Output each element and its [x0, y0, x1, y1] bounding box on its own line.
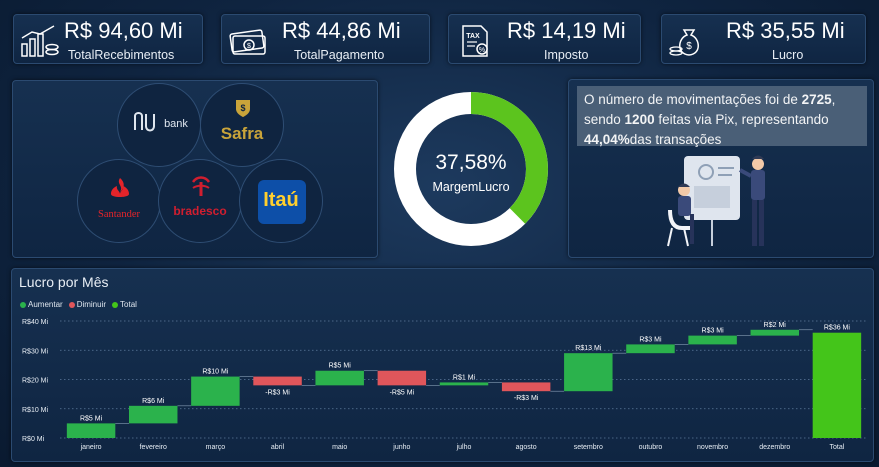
santander-label: Santander: [98, 209, 140, 220]
info-text: O número de movimentações foi de: [584, 92, 802, 107]
info-pix-count: 1200: [624, 112, 655, 127]
x-tick-label: julho: [456, 444, 472, 451]
data-label: R$36 Mi: [824, 325, 851, 332]
santander-flame-icon: [111, 178, 129, 197]
bar-growth-coins-icon: [21, 25, 59, 57]
donut-caption: MargemLucro: [432, 180, 510, 194]
kpi-card-lucro: $ R$ 35,55 Mi Lucro: [661, 14, 866, 64]
svg-text:$: $: [240, 103, 245, 113]
waterfall-chart: R$0 Mi R$10 Mi R$20 Mi R$30 Mi R$40 Mi R$5 Mi…: [22, 319, 868, 451]
kpi-value: R$ 14,19 Mi: [507, 18, 626, 43]
data-label: R$13 Mi: [575, 345, 602, 352]
kpi-value: R$ 94,60 Mi: [64, 18, 183, 43]
waterfall-bar: [377, 370, 427, 386]
x-tick-label: maio: [332, 444, 347, 451]
data-label: R$6 Mi: [142, 398, 165, 405]
itau-logo: Itaú: [239, 159, 323, 243]
kpi-value: R$ 35,55 Mi: [726, 18, 845, 43]
kpi-label: Lucro: [772, 48, 804, 62]
waterfall-bar: [128, 405, 178, 424]
cash-payment-icon: $: [229, 29, 266, 55]
data-label: -R$3 Mi: [265, 389, 290, 396]
kpi-card-pagamento: $ R$ 44,86 Mi TotalPagamento: [221, 14, 430, 64]
x-tick-label: janeiro: [80, 444, 102, 451]
info-text: das transações: [629, 132, 722, 147]
data-label: -R$3 Mi: [514, 395, 539, 402]
data-label: R$1 Mi: [453, 374, 476, 381]
business-meeting-illustration: [667, 155, 765, 247]
banks-panel: bank $ Safra Santander bradesco Itaú: [12, 80, 378, 258]
tax-document-icon: TAX %: [462, 25, 488, 57]
bradesco-tree-icon: [191, 176, 211, 196]
data-label: R$3 Mi: [639, 336, 662, 343]
santander-logo: Santander: [77, 159, 161, 243]
x-tick-label: junho: [392, 444, 410, 451]
svg-text:%: %: [479, 47, 485, 54]
kpi-label: TotalRecebimentos: [68, 48, 175, 62]
svg-text:$: $: [686, 41, 692, 52]
y-tick-label: R$20 Mi: [22, 378, 49, 385]
donut-value: 37,58%: [435, 151, 507, 174]
waterfall-bar: [688, 335, 737, 345]
info-percent: 44,04%: [584, 132, 630, 147]
data-label: R$5 Mi: [80, 415, 103, 422]
nubank-logo: bank: [117, 83, 201, 167]
waterfall-bar: [501, 382, 551, 392]
info-count: 2725: [801, 92, 832, 107]
money-bag-icon: $: [669, 29, 699, 56]
bradesco-label: bradesco: [173, 204, 227, 218]
waterfall-bar: [626, 344, 675, 354]
kpi-card-recebimentos: R$ 94,60 Mi TotalRecebimentos: [13, 14, 203, 64]
waterfall-bar: [564, 353, 613, 392]
kpi-label: Imposto: [544, 48, 589, 62]
x-tick-label: fevereiro: [140, 444, 167, 451]
margem-lucro-donut: 37,58% MargemLucro: [391, 89, 551, 249]
x-tick-label: agosto: [516, 444, 537, 451]
x-tick-label: Total: [830, 444, 845, 451]
transactions-info: O número de movimentações foi de 2725, s…: [577, 86, 867, 147]
svg-text:$: $: [247, 43, 251, 50]
kpi-label: TotalPagamento: [294, 48, 385, 62]
safra-logo: $ Safra: [200, 83, 284, 167]
waterfall-bar: [750, 329, 800, 336]
info-text: feitas via Pix, representando: [654, 112, 829, 127]
x-tick-label: outubro: [639, 444, 663, 451]
x-tick-label: dezembro: [759, 444, 790, 451]
data-label: R$5 Mi: [329, 363, 352, 370]
waterfall-bar: [66, 423, 116, 438]
waterfall-bar: [439, 382, 489, 386]
svg-text:TAX: TAX: [466, 33, 480, 40]
data-label: R$2 Mi: [764, 322, 787, 329]
kpi-value: R$ 44,86 Mi: [282, 18, 401, 43]
bradesco-logo: bradesco: [158, 159, 242, 243]
y-tick-label: R$0 Mi: [22, 436, 45, 443]
safra-crest-icon: $: [236, 100, 250, 117]
y-tick-label: R$30 Mi: [22, 348, 49, 355]
itau-label: Itaú: [263, 189, 299, 211]
waterfall-bar: [315, 370, 364, 386]
waterfall-bar: [812, 332, 862, 438]
waterfall-bar: [191, 376, 240, 406]
data-label: R$10 Mi: [202, 369, 229, 376]
x-tick-label: março: [206, 444, 226, 451]
y-tick-label: R$10 Mi: [22, 407, 49, 414]
x-tick-label: novembro: [697, 444, 728, 451]
waterfall-bar: [253, 376, 302, 386]
data-label: -R$5 Mi: [390, 389, 415, 396]
lucro-por-mes-panel: Lucro por Mês Aumentar Diminuir Total R$…: [11, 268, 874, 462]
safra-label: Safra: [220, 124, 264, 143]
x-tick-label: setembro: [574, 444, 603, 451]
x-tick-label: abril: [271, 444, 285, 451]
y-tick-label: R$40 Mi: [22, 319, 49, 326]
kpi-card-imposto: TAX % R$ 14,19 Mi Imposto: [448, 14, 641, 64]
data-label: R$3 Mi: [702, 328, 725, 335]
